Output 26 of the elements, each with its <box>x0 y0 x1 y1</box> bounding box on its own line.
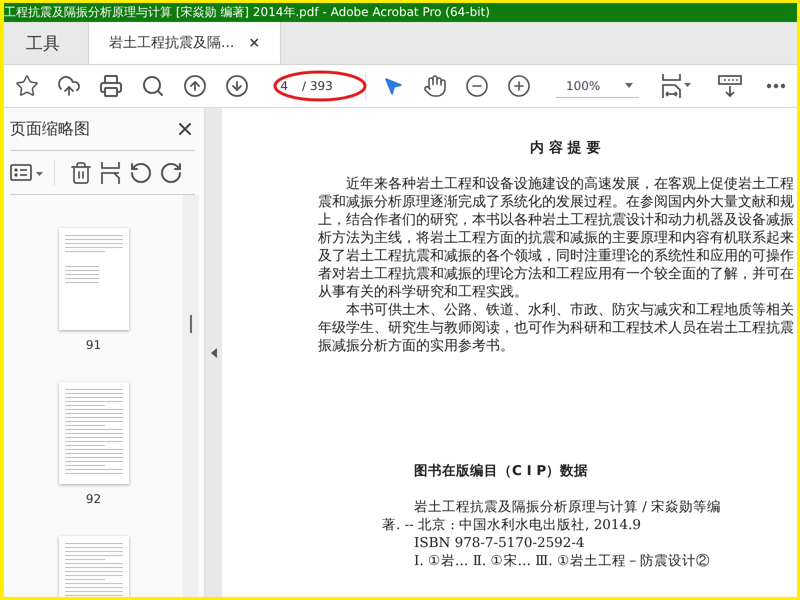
caret-icon <box>624 83 633 88</box>
extract-page-icon[interactable] <box>99 160 123 184</box>
page-number-label: 91 <box>86 338 102 352</box>
cip-text: ISBN 978-7-5170-2592-4 <box>413 534 586 552</box>
cip-text: 岩土工程抗震及隔振分析原理与计算 / 宋焱勋等编 <box>413 498 722 516</box>
scrollbar[interactable] <box>183 195 199 597</box>
rotate-right-icon[interactable] <box>159 160 183 184</box>
scrollbar-thumb[interactable] <box>190 315 192 333</box>
page-thumbnail[interactable] <box>58 382 128 484</box>
paragraph: 本书可供土木、公路、铁道、水利、市政、防灾与减灾和工程地质等相关 年级学生、研究生与教师阅读，也可作为科研和工程技术人员在岩土工程抗震 振减振分析方面的实用参考书。 <box>318 301 795 355</box>
trash-icon[interactable] <box>69 160 93 184</box>
document-tab[interactable]: 岩土工程抗震及隔... × <box>89 22 282 64</box>
cip-text: 著. -- 北京 : 中国水利水电出版社, 2014.9 <box>381 516 642 534</box>
paragraph: 近年来各种岩土工程和设备设施建设的高速发展，在客观上促使岩土工程 震和减振分析原理逐渐完成了系统化的发展过程。在参阅国内外大量文献和规 上，结合作者们的研究，本书以各种岩土工程抗震设计和动力机器及设备减振 析方法为主线，将岩土工程方面的抗震和减振的主要原理和内容有机联系起来 及了岩土工程抗震和减振的各个领域，同时注重理论的系统性和应用的可操作 者对岩土工程抗震和减振的理论方法和工程应用有一个较全面的了解，并可在 从事有关的科学研究和工程实践。 <box>318 175 795 301</box>
window-title: 工程抗震及隔振分析原理与计算 [宋焱勋 编著] 2014年.pdf - Adobe Acrobat Pro (64-bit) <box>4 3 797 22</box>
page-number-label: 92 <box>86 492 102 506</box>
cip-text: Ⅰ. ①岩… Ⅱ. ①宋… Ⅲ. ①岩土工程－防震设计② <box>413 552 711 570</box>
page-thumbnail[interactable] <box>58 228 128 330</box>
panel-title: 页面缩略图 <box>10 118 90 140</box>
close-tab-button[interactable]: × <box>248 35 260 51</box>
options-list-icon[interactable] <box>10 162 44 182</box>
cip-heading: 图书在版编目（C I P）数据 <box>414 462 590 480</box>
page-heading: 内 容 提 要 <box>529 139 602 157</box>
zoom-select[interactable]: 100% <box>556 74 639 98</box>
collapse-arrow-icon[interactable] <box>210 348 216 358</box>
rotate-left-icon[interactable] <box>129 160 153 184</box>
